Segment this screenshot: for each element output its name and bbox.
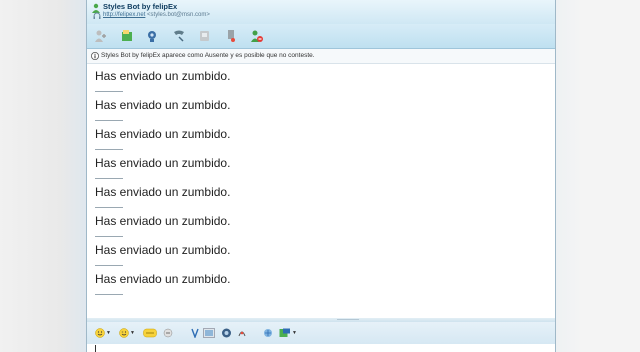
title-bar: Styles Bot by felipEx http://felipex.net… (87, 0, 555, 24)
message-separator (95, 178, 123, 179)
splitter-grip (337, 319, 359, 320)
emoticon-button[interactable]: ▼ (95, 327, 111, 339)
voice-clip-icon (143, 328, 157, 338)
chevron-down-icon: ▼ (292, 330, 297, 336)
message-separator (95, 207, 123, 208)
background-button[interactable] (203, 327, 215, 339)
status-info-bar: Styles Bot by felipEx aparece como Ausen… (87, 49, 555, 64)
webcam-icon (148, 31, 156, 42)
block-contact-button[interactable] (249, 28, 265, 44)
block-icon (251, 30, 263, 42)
emoticon-icon (95, 328, 105, 338)
video-call-button[interactable] (145, 28, 161, 44)
handwriting-icon (238, 331, 246, 337)
background-icon (203, 328, 215, 338)
backgrounds-icon (279, 328, 290, 337)
font-icon (191, 328, 199, 338)
message-nudge: Has enviado un zumbido. (95, 272, 231, 286)
invite-icon (95, 30, 106, 42)
message-nudge: Has enviado un zumbido. (95, 69, 231, 83)
handwriting-button[interactable] (237, 327, 247, 339)
backgrounds-button[interactable]: ▼ (279, 327, 297, 339)
font-button[interactable] (191, 327, 199, 339)
message-input[interactable] (87, 344, 555, 352)
message-nudge: Has enviado un zumbido. (95, 214, 231, 228)
format-toolbar: ▼ ▼ ▼ (87, 322, 555, 344)
activities-button[interactable] (197, 28, 213, 44)
message-nudge: Has enviado un zumbido. (95, 127, 231, 141)
message-separator (95, 149, 123, 150)
message-nudge: Has enviado un zumbido. (95, 156, 231, 170)
headset-icon (93, 12, 101, 19)
message-separator (95, 91, 123, 92)
wink-button[interactable]: ▼ (119, 327, 135, 339)
chevron-down-icon: ▼ (130, 330, 135, 336)
photo-button[interactable] (221, 327, 232, 339)
voice-clip-button[interactable] (143, 327, 157, 339)
activities-icon (200, 31, 209, 41)
desktop-left-edge (0, 0, 86, 352)
contact-email: <styles.bot@msn.com> (147, 12, 210, 18)
message-separator (95, 236, 123, 237)
text-caret (95, 345, 96, 352)
chevron-down-icon: ▼ (106, 330, 111, 336)
away-status-message: Styles Bot by felipEx aparece como Ausen… (101, 52, 315, 59)
contact-personal-message: http://felipex.net <styles.bot@msn.com> (103, 12, 210, 18)
chat-window: Styles Bot by felipEx http://felipex.net… (86, 0, 556, 352)
info-icon (91, 52, 99, 60)
desktop-right-edge (556, 0, 640, 352)
message-nudge: Has enviado un zumbido. (95, 243, 231, 257)
voice-call-button[interactable] (171, 28, 187, 44)
nudge-icon (163, 328, 173, 338)
message-nudge: Has enviado un zumbido. (95, 185, 231, 199)
wink-animation-button[interactable] (263, 327, 273, 339)
games-icon (228, 30, 235, 42)
contact-link[interactable]: http://felipex.net (103, 12, 145, 18)
send-files-button[interactable] (119, 28, 135, 44)
wink-icon (119, 328, 129, 338)
message-separator (95, 265, 123, 266)
animation-icon (264, 329, 272, 337)
nudge-button[interactable] (163, 327, 173, 339)
contact-name: Styles Bot by felipEx (103, 2, 178, 11)
games-button[interactable] (223, 28, 239, 44)
photo-icon (222, 328, 231, 338)
send-file-icon (122, 30, 132, 41)
toolbar (87, 24, 555, 49)
phone-icon (174, 30, 184, 42)
message-separator (95, 294, 123, 295)
conversation-history[interactable]: Has enviado un zumbido. Has enviado un z… (87, 64, 555, 318)
message-nudge: Has enviado un zumbido. (95, 98, 231, 112)
invite-contact-button[interactable] (93, 28, 109, 44)
message-separator (95, 120, 123, 121)
